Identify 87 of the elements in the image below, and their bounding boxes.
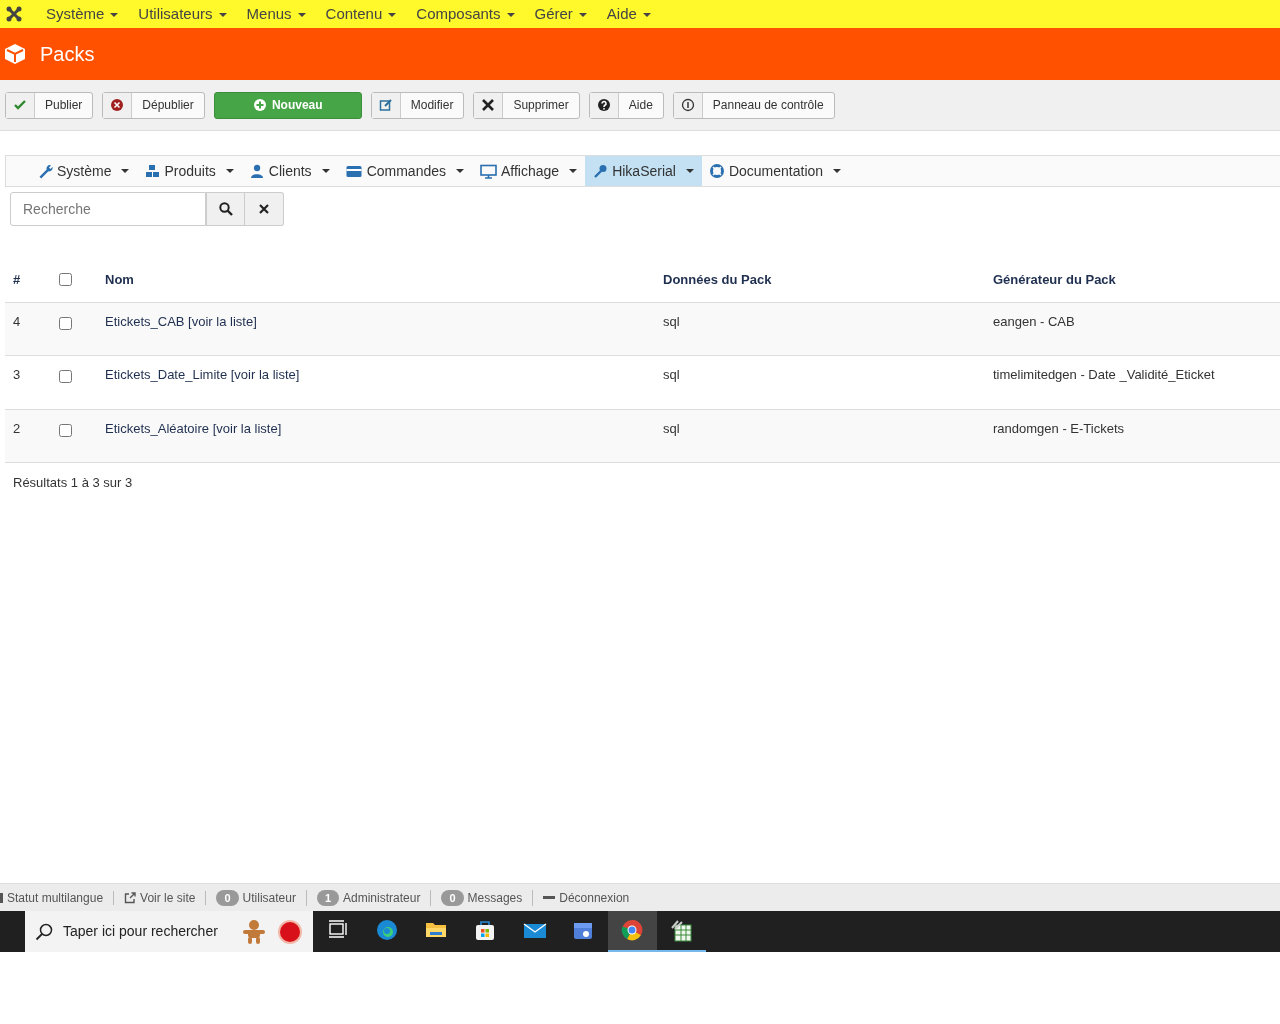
row-checkbox[interactable] xyxy=(59,423,72,437)
taskbar-search-field[interactable]: Taper ici pour rechercher xyxy=(25,911,313,952)
pack-data: sql xyxy=(663,313,680,329)
pack-data: sql xyxy=(663,420,680,436)
user-icon xyxy=(249,163,265,179)
info-circle-icon xyxy=(680,98,695,112)
pack-name-link[interactable]: Etickets_Aléatoire xyxy=(105,420,210,436)
status-link[interactable]: Messages xyxy=(467,890,523,905)
clear-button[interactable] xyxy=(245,192,284,226)
menu-item[interactable]: Menus xyxy=(236,2,316,26)
minus-icon xyxy=(543,896,556,899)
column-header: Générateur du Pack xyxy=(993,272,1116,287)
status-link[interactable]: Administrateur xyxy=(343,890,421,905)
chrome-icon xyxy=(620,918,645,943)
search-icon xyxy=(35,922,53,941)
submenu-item[interactable]: HikaSerial xyxy=(585,156,702,186)
submenu-item[interactable]: Documentation xyxy=(701,156,850,186)
row-id: 2 xyxy=(13,420,21,436)
search-placeholder: Taper ici pour rechercher xyxy=(63,922,218,941)
status-link[interactable]: Utilisateur xyxy=(242,890,296,905)
lifebuoy-icon xyxy=(709,163,725,179)
toolbar-button[interactable]: Supprimer xyxy=(473,91,580,119)
submenu-item[interactable]: Produits xyxy=(137,156,242,186)
status-link[interactable]: Voir le site xyxy=(140,890,196,905)
menu-item[interactable]: Aide xyxy=(596,2,661,26)
submenu-item[interactable]: Affichage xyxy=(472,156,586,186)
row-checkbox[interactable] xyxy=(59,316,72,330)
row-checkbox[interactable] xyxy=(59,370,72,383)
pack-generator: timelimitedgen - Date _Validité_Eticket xyxy=(993,367,1215,382)
submenu-item[interactable]: Système xyxy=(30,156,138,186)
ball-icon xyxy=(277,918,303,945)
search-field[interactable]: Recherche xyxy=(10,192,206,226)
column-header: # xyxy=(13,272,21,287)
external-link-icon xyxy=(124,891,137,904)
count-badge: 0 xyxy=(441,889,464,906)
spreadsheet-icon xyxy=(669,918,694,943)
key-icon xyxy=(593,163,609,179)
toolbar-button[interactable]: Aide xyxy=(588,91,664,119)
edit-icon xyxy=(378,98,393,112)
help-icon xyxy=(596,98,611,112)
gingerbread-icon xyxy=(241,918,267,945)
menu-item[interactable]: Gérer xyxy=(524,2,597,26)
toolbar-button[interactable]: Modifier xyxy=(370,91,465,119)
wrench-icon xyxy=(38,163,53,179)
view-list-link[interactable]: [voir la liste] xyxy=(230,367,300,382)
joomla-logo-icon xyxy=(6,6,22,22)
view-list-link[interactable]: [voir la liste] xyxy=(188,313,257,329)
cubes-icon xyxy=(145,163,161,179)
credit-card-icon xyxy=(345,163,363,179)
check-icon xyxy=(13,98,27,112)
count-badge: 1 xyxy=(316,889,340,906)
close-icon xyxy=(259,204,269,214)
pack-generator: eangen - CAB xyxy=(993,313,1075,329)
menu-item[interactable]: Composants xyxy=(406,2,525,26)
row-id: 4 xyxy=(13,313,21,329)
taskbar-app[interactable] xyxy=(608,911,657,952)
column-header: Nom xyxy=(105,272,134,287)
close-icon xyxy=(481,98,496,112)
status-link[interactable]: Statut multilangue xyxy=(7,890,104,905)
toolbar-button[interactable]: Panneau de contrôle xyxy=(672,91,835,119)
toolbar-button[interactable]: Publier xyxy=(5,91,94,119)
results-count: Résultats 1 à 3 sur 3 xyxy=(13,475,133,490)
menu-item[interactable]: Utilisateurs xyxy=(128,2,237,26)
pack-generator: randomgen - E-Tickets xyxy=(993,420,1124,436)
pack-name-link[interactable]: Etickets_Date_Limite xyxy=(105,367,228,382)
cube-icon xyxy=(4,43,26,65)
row-id: 3 xyxy=(13,367,21,382)
cross-circle-icon xyxy=(110,98,125,112)
pack-name-link[interactable]: Etickets_CAB xyxy=(105,313,185,329)
view-list-link[interactable]: [voir la liste] xyxy=(212,420,282,436)
plus-circle-icon xyxy=(252,98,267,112)
submenu-item[interactable]: Commandes xyxy=(337,156,472,186)
menu-item[interactable]: Système xyxy=(36,2,129,26)
search-icon xyxy=(218,202,233,216)
monitor-icon xyxy=(480,163,497,179)
column-header: Données du Pack xyxy=(663,272,772,287)
status-link[interactable]: Déconnexion xyxy=(559,890,630,905)
marker-icon xyxy=(0,892,3,903)
pack-data: sql xyxy=(663,367,680,382)
count-badge: 0 xyxy=(216,889,239,906)
select-all-checkbox[interactable] xyxy=(59,273,72,286)
menu-item[interactable]: Contenu xyxy=(315,2,407,26)
browser-icon xyxy=(375,918,400,943)
search-button[interactable] xyxy=(206,192,245,226)
page-title: Packs xyxy=(40,42,95,66)
submenu-item[interactable]: Clients xyxy=(241,156,338,186)
toolbar-button[interactable]: Dépublier xyxy=(102,91,205,119)
